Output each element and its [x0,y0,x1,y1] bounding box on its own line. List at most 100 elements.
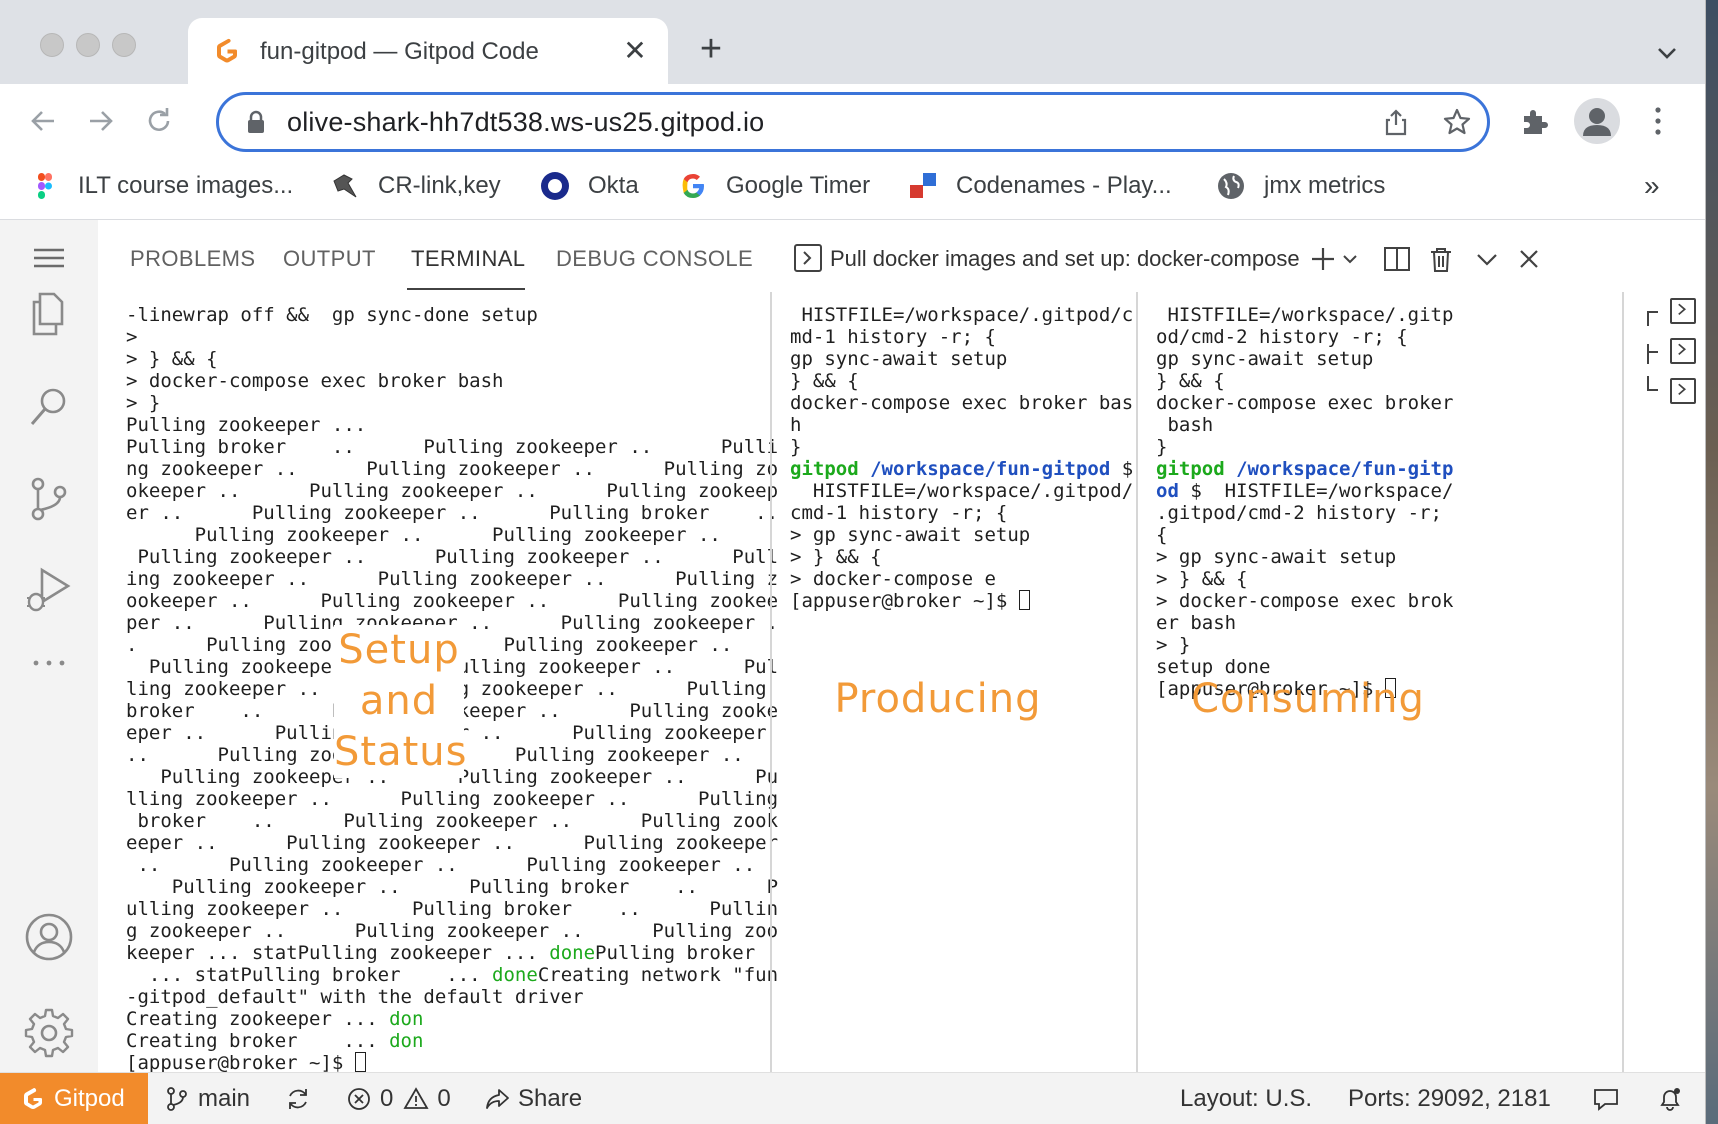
terminal-line: er .. Pulling zookeeper .. Pulling broke… [126,502,779,524]
terminal-line: > gp sync-await setup [1156,546,1397,568]
terminal-line: .gitpod/cmd-2 history -r; [1156,502,1442,524]
sync-icon[interactable] [284,1085,312,1113]
new-terminal-plus-icon[interactable] [1308,244,1338,274]
tab-output[interactable]: OUTPUT [283,246,376,272]
terminal-split-divider[interactable] [1136,292,1138,1072]
problems-indicator[interactable]: 0 0 [346,1085,451,1113]
terminal-line: Pulling zookeeper .. Pulling zookeeper .… [126,546,779,568]
window-close-dot[interactable] [40,33,64,57]
desktop-edge [1706,0,1718,1124]
feedback-icon[interactable] [1592,1085,1620,1113]
terminal-cursor [1018,590,1030,610]
share-button[interactable]: Share [484,1085,582,1113]
share-page-icon[interactable] [1381,107,1411,137]
bookmark-item-cr-link[interactable]: CR-link,key [330,168,501,204]
google-icon [682,174,704,198]
bookmark-item-jmx[interactable]: jmx metrics [1216,168,1385,204]
terminal-line: g zookeeper .. Pulling zookeeper .. Pull… [126,920,779,942]
terminal-line: { [1156,524,1168,546]
split-terminal-icon[interactable] [1382,244,1412,274]
tab-problems[interactable]: PROBLEMS [130,246,255,272]
terminal-line: h [790,414,802,436]
window-minimize-dot[interactable] [76,33,100,57]
overlay-line: and [334,676,464,727]
run-debug-icon[interactable] [22,564,76,618]
terminal-line: ookeeper .. Pulling zookeeper .. Pulling… [126,590,779,612]
codenames-icon [910,173,936,198]
okta-icon [541,172,569,200]
terminal-split-divider[interactable] [770,292,772,1072]
bookmark-label: Codenames - Play... [956,172,1172,199]
forward-icon[interactable] [82,102,120,140]
back-icon[interactable] [24,102,62,140]
terminal-tab-consuming[interactable] [1670,378,1696,404]
terminal-line: } && { [1156,370,1225,392]
browser-tab[interactable]: fun-gitpod — Gitpod Code ✕ [188,18,668,84]
terminal-line: } && { [790,370,859,392]
address-bar[interactable]: olive-shark-hh7dt538.ws-us25.gitpod.io [216,92,1490,152]
bookmark-item-google-timer[interactable]: Google Timer [678,168,870,204]
url-text[interactable]: olive-shark-hh7dt538.ws-us25.gitpod.io [287,107,764,138]
menu-hamburger-icon[interactable] [22,234,76,288]
terminal-profile-chevron-icon[interactable] [1340,244,1360,274]
terminal-icon [1678,383,1686,396]
tab-terminal[interactable]: TERMINAL [411,246,525,272]
terminal-line: md-1 history -r; { [790,326,996,348]
status-bar: Gitpod main 0 0 Share Layout: U.S. Ports… [0,1072,1705,1124]
terminal-line: Pulling zookeeper ... [126,414,367,436]
tab-strip: fun-gitpod — Gitpod Code ✕ + [0,0,1705,84]
terminal-tab-producing[interactable] [1670,338,1696,364]
terminal-line: gp sync-await setup [790,348,1008,370]
new-tab-button[interactable]: + [694,30,728,68]
error-count: 0 [380,1085,394,1112]
producing-overlay: Producing [834,676,1042,722]
terminal-line: > docker-compose exec brok [1156,590,1454,612]
more-views-icon[interactable] [22,636,76,690]
bookmarks-overflow-button[interactable]: » [1644,170,1660,202]
figma-icon [38,173,52,199]
remote-label: Gitpod [54,1085,125,1112]
search-icon[interactable] [22,380,76,434]
terminal-line: > } [1156,634,1191,656]
bookmark-item-ilt[interactable]: ILT course images... [30,168,293,204]
terminal-consuming[interactable]: HISTFILE=/workspace/.gitp od/cmd-2 histor… [1156,304,1453,700]
terminal-tabs-list [1622,292,1705,1072]
gitpod-remote-indicator[interactable]: Gitpod [0,1073,148,1124]
terminal-line: keeper ... statPulling zookeeper ... don… [126,942,756,964]
warning-icon [403,1087,429,1109]
lock-icon[interactable] [245,110,267,134]
tab-search-chevron-icon[interactable] [1652,38,1682,68]
account-icon[interactable] [22,910,76,964]
globe-icon [1218,173,1244,199]
notifications-bell-icon[interactable] [1656,1085,1684,1113]
terminal-tab-setup[interactable] [1670,298,1696,324]
tab-close-icon[interactable]: ✕ [620,36,650,66]
error-icon [348,1088,370,1110]
share-icon [486,1089,509,1109]
git-branch-icon [167,1087,187,1111]
bookmark-star-icon[interactable] [1441,106,1473,138]
window-zoom-dot[interactable] [112,33,136,57]
source-control-icon[interactable] [22,472,76,526]
extensions-puzzle-icon[interactable] [1518,106,1550,138]
tab-debug-console[interactable]: DEBUG CONSOLE [556,246,753,272]
reload-icon[interactable] [140,102,178,140]
settings-gear-icon[interactable] [22,1006,76,1060]
keyboard-layout[interactable]: Layout: U.S. [1180,1085,1312,1113]
explorer-files-icon[interactable] [22,288,76,342]
overlay-line: Setup [334,625,464,676]
maximize-panel-chevron-icon[interactable] [1472,244,1502,274]
terminal-panel: PROBLEMS OUTPUT TERMINAL DEBUG CONSOLE P… [98,220,1705,1074]
bookmark-item-okta[interactable]: Okta [540,168,639,204]
profile-avatar[interactable] [1574,98,1620,144]
bookmark-label: Okta [588,172,639,199]
branch-indicator[interactable]: main [164,1085,250,1113]
close-panel-icon[interactable] [1514,244,1544,274]
kill-terminal-trash-icon[interactable] [1426,244,1456,274]
terminal-producing[interactable]: HISTFILE=/workspace/.gitpod/c md-1 histor… [790,304,1133,612]
bookmark-item-codenames[interactable]: Codenames - Play... [908,168,1172,204]
terminal-line: gitpod /workspace/fun-gitp [1156,458,1454,480]
terminal-dropdown-title[interactable]: Pull docker images and set up: docker-co… [830,246,1300,272]
browser-menu-icon[interactable] [1648,104,1668,138]
ports-indicator[interactable]: Ports: 29092, 2181 [1348,1085,1551,1113]
